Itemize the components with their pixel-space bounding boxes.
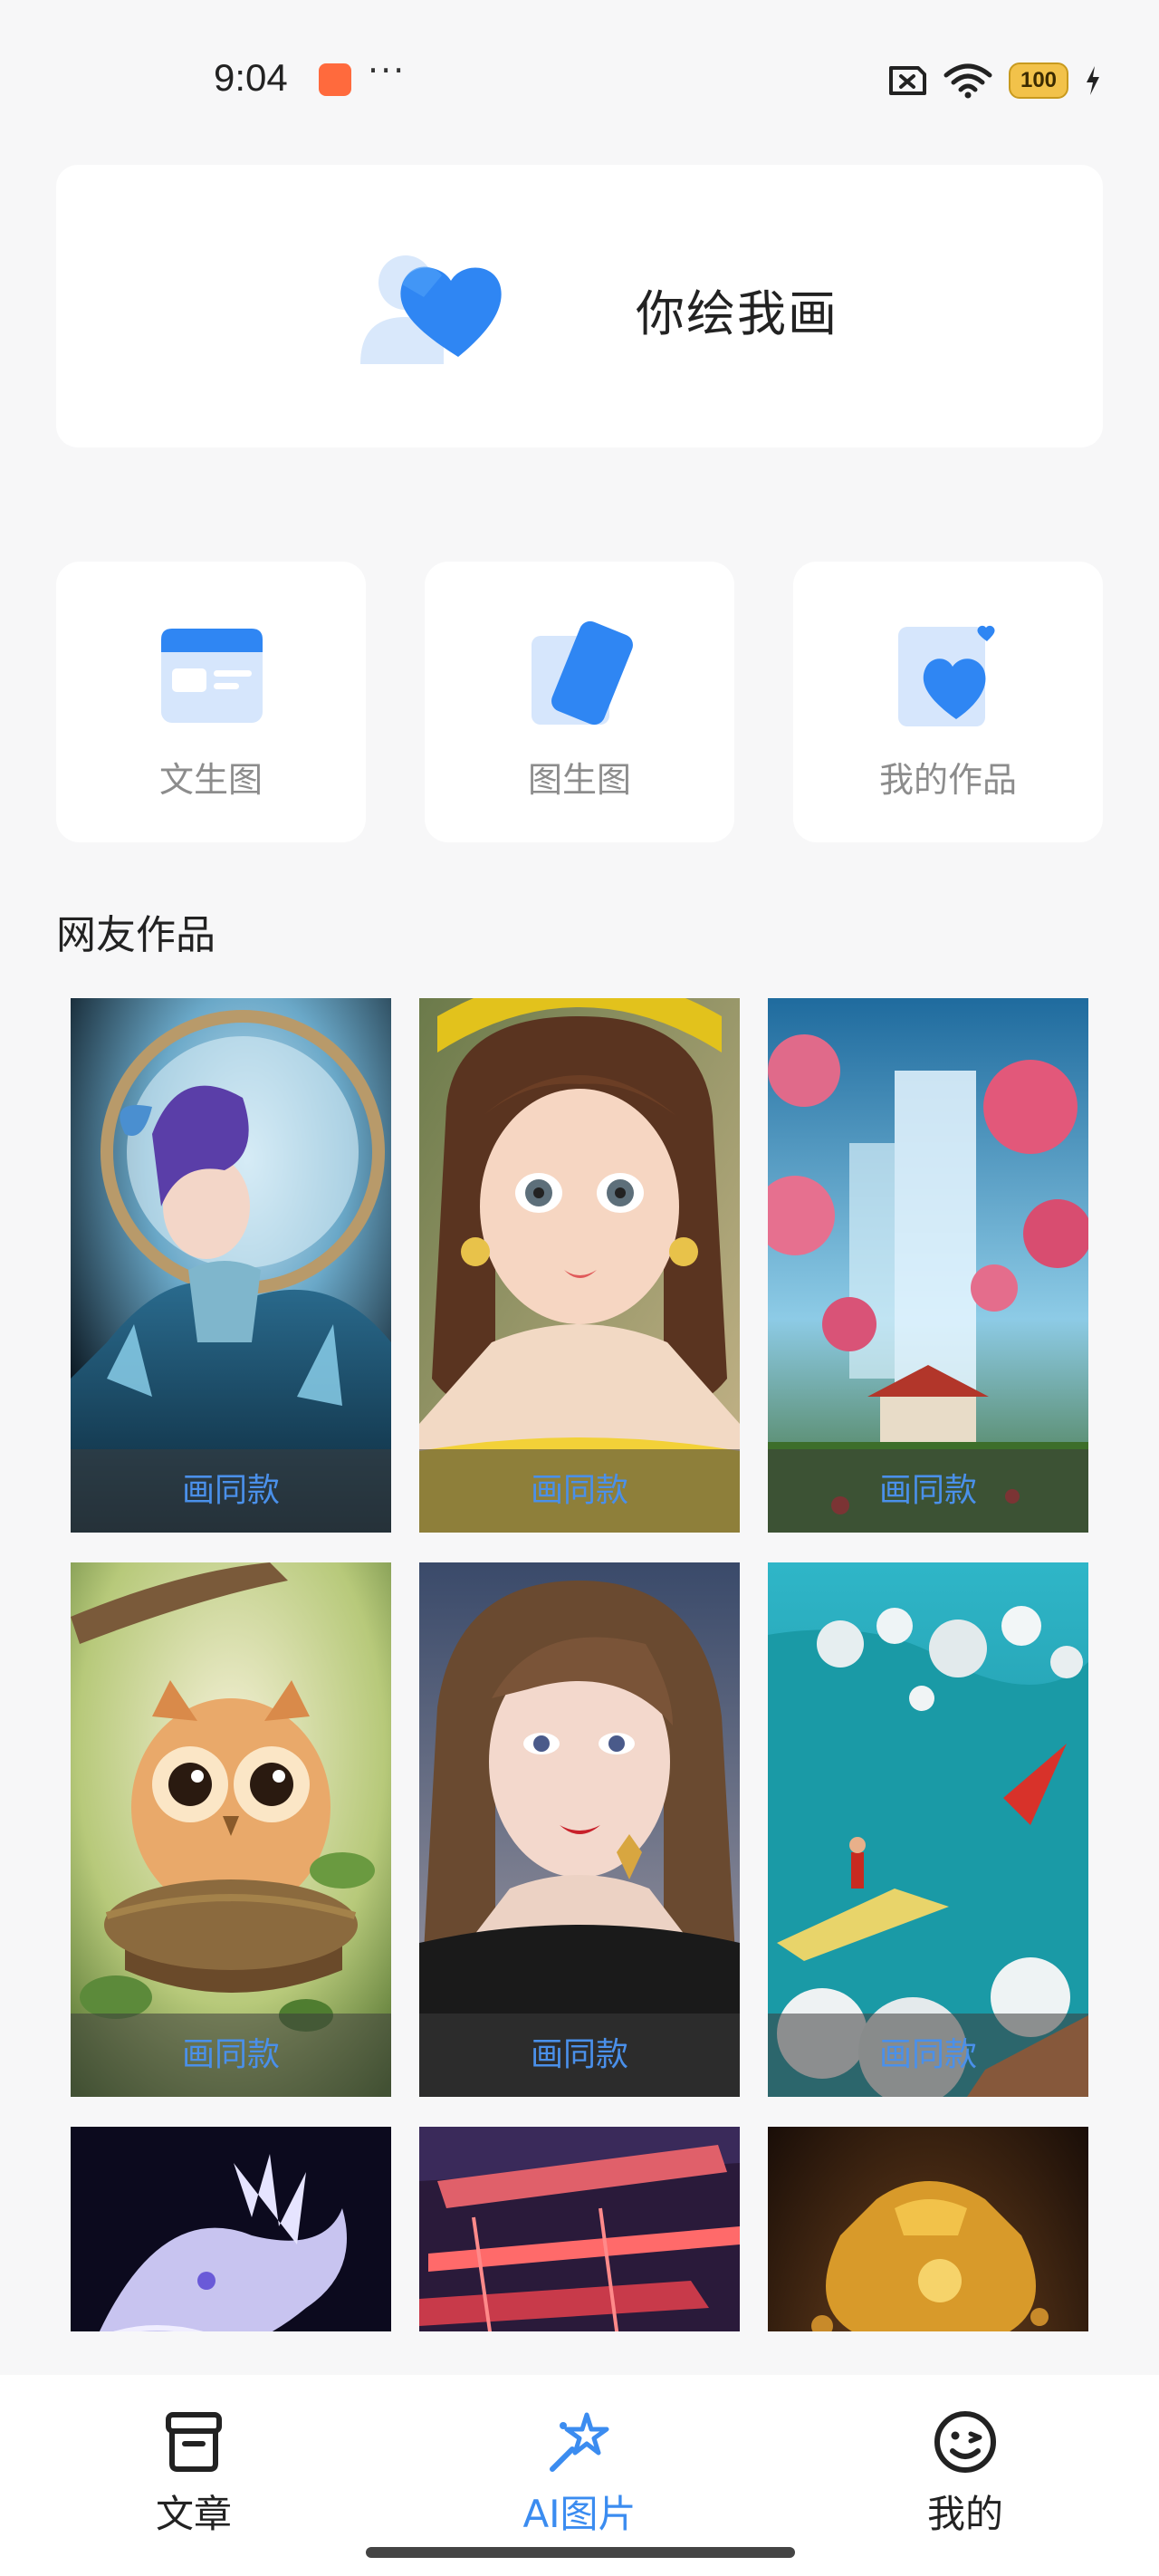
draw-same-style-button[interactable]: 画同款 bbox=[419, 2014, 740, 2097]
section-title: 网友作品 bbox=[56, 912, 216, 958]
smiley-icon bbox=[934, 2411, 996, 2473]
gallery-doll-girl[interactable]: 画同款 bbox=[419, 998, 740, 1533]
draw-same-style-button[interactable]: 画同款 bbox=[768, 2014, 1088, 2097]
crystal-dragon-image bbox=[71, 2127, 391, 2331]
battery-indicator: 100 bbox=[1009, 62, 1068, 99]
draw-same-style-button[interactable]: 画同款 bbox=[419, 1449, 740, 1533]
feature-text-to-image[interactable]: 文生图 bbox=[56, 562, 366, 842]
gold-bag-image bbox=[768, 2127, 1088, 2331]
feature-label: 图生图 bbox=[527, 760, 631, 800]
status-icons: 100 bbox=[886, 58, 1101, 103]
gallery-waterfall-temple[interactable]: 画同款 bbox=[768, 998, 1088, 1533]
feature-grid: 文生图 图生图 我的作品 bbox=[56, 562, 1103, 842]
status-bar: 9:04 ··· 100 bbox=[0, 0, 1159, 163]
gallery-owl-nest[interactable]: 画同款 bbox=[71, 1562, 391, 2097]
status-time: 9:04 bbox=[214, 56, 288, 99]
gallery-surf-wave[interactable]: 画同款 bbox=[768, 1562, 1088, 2097]
bottom-nav: 文章 AI图片 我的 bbox=[0, 2375, 1159, 2576]
gallery-portrait-woman[interactable]: 画同款 bbox=[419, 1562, 740, 2097]
community-gallery: 画同款 画同款 画同款 画同款 画同款 画同款 bbox=[71, 998, 1088, 2331]
nav-label: 文章 bbox=[155, 2492, 232, 2536]
notification-app-icon bbox=[319, 63, 351, 96]
my-works-icon bbox=[898, 625, 995, 726]
gallery-neon-building[interactable] bbox=[419, 2127, 740, 2331]
draw-same-style-button[interactable]: 画同款 bbox=[71, 2014, 391, 2097]
draw-same-style-button[interactable]: 画同款 bbox=[768, 1449, 1088, 1533]
feature-label: 文生图 bbox=[158, 760, 263, 800]
nav-item-ai-image[interactable]: AI图片 bbox=[471, 2408, 688, 2539]
nav-label: 我的 bbox=[926, 2492, 1003, 2536]
image-to-image-icon bbox=[532, 620, 633, 726]
more-notifications-icon: ··· bbox=[368, 51, 407, 91]
sim-off-icon bbox=[889, 66, 926, 95]
article-icon bbox=[166, 2412, 222, 2472]
wifi-icon bbox=[943, 63, 992, 99]
feature-label: 我的作品 bbox=[878, 760, 1017, 800]
gallery-gold-bag[interactable] bbox=[768, 2127, 1088, 2331]
feature-my-works[interactable]: 我的作品 bbox=[793, 562, 1103, 842]
charging-icon bbox=[1087, 66, 1099, 95]
home-indicator[interactable] bbox=[366, 2547, 795, 2558]
nav-label: AI图片 bbox=[522, 2492, 637, 2536]
text-to-image-icon bbox=[161, 629, 263, 723]
heart-people-icon bbox=[360, 255, 502, 364]
nav-item-article[interactable]: 文章 bbox=[85, 2408, 302, 2539]
hero-card[interactable]: 你绘我画 bbox=[56, 165, 1103, 447]
feature-image-to-image[interactable]: 图生图 bbox=[425, 562, 734, 842]
nav-item-mine[interactable]: 我的 bbox=[857, 2408, 1074, 2539]
neon-building-image bbox=[419, 2127, 740, 2331]
draw-same-style-button[interactable]: 画同款 bbox=[71, 1449, 391, 1533]
gallery-fantasy-woman[interactable]: 画同款 bbox=[71, 998, 391, 1533]
hero-title: 你绘我画 bbox=[636, 285, 838, 342]
ai-image-icon bbox=[550, 2412, 609, 2472]
gallery-crystal-dragon[interactable] bbox=[71, 2127, 391, 2331]
